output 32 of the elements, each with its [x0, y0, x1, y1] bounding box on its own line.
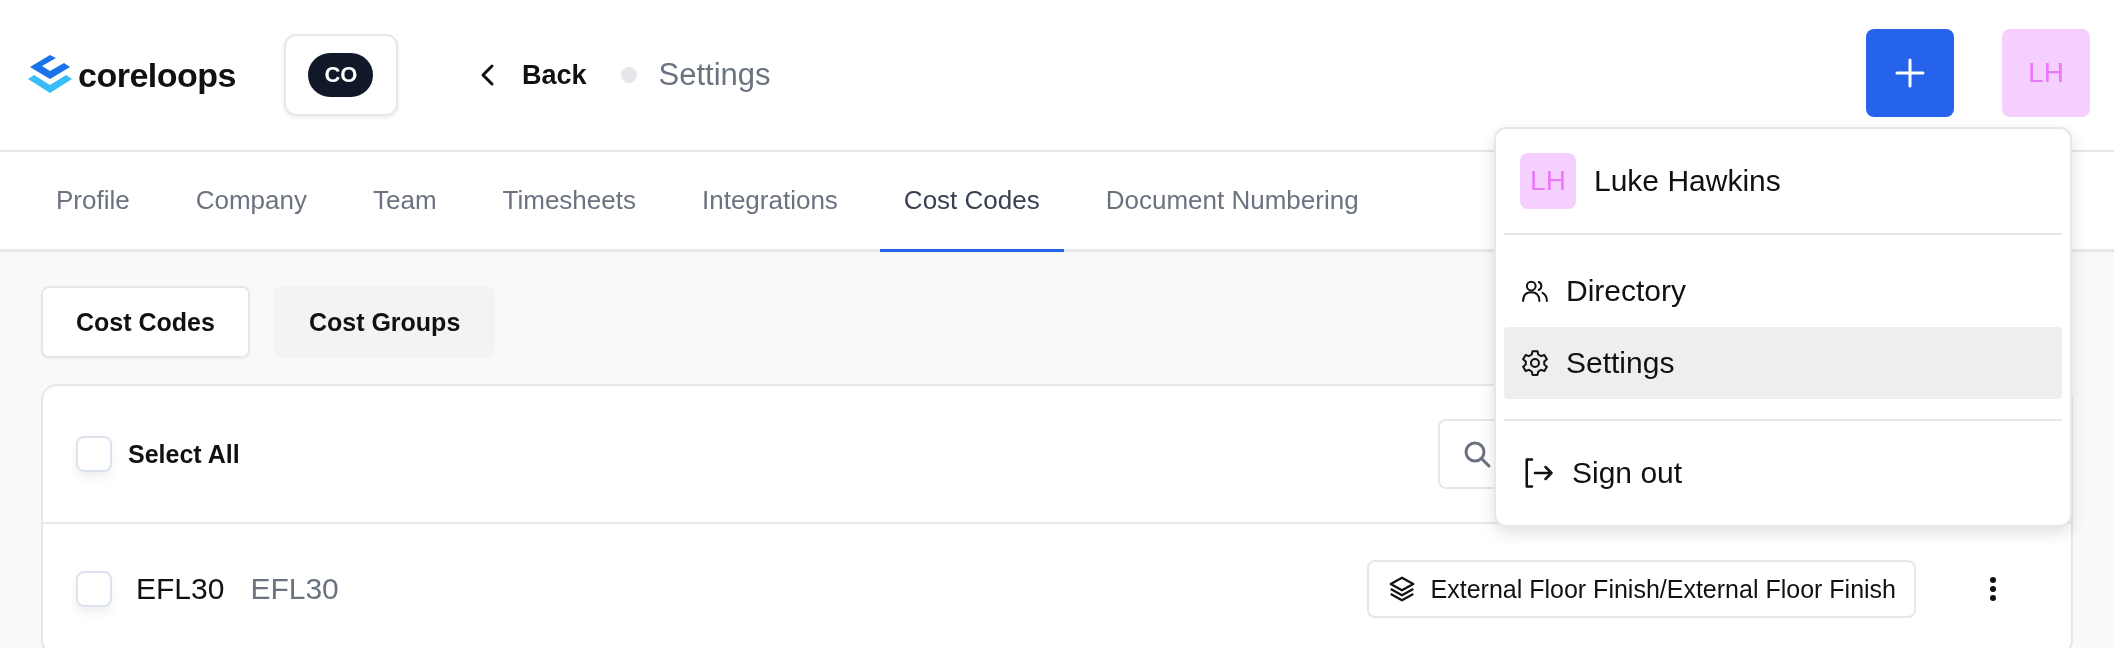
settings-tab[interactable]: Timesheets: [478, 152, 660, 252]
settings-tab[interactable]: Team: [349, 152, 461, 252]
settings-tab[interactable]: Profile: [32, 152, 154, 252]
breadcrumb-separator: [620, 67, 637, 83]
cost-code-name: EFL30: [250, 572, 339, 606]
company-switcher[interactable]: CO: [284, 34, 398, 116]
user-avatar: LH: [1520, 153, 1576, 209]
add-button[interactable]: [1866, 29, 1954, 117]
checkbox[interactable]: [76, 571, 112, 607]
segment-tab[interactable]: Cost Groups: [273, 286, 496, 358]
kebab-icon: [1989, 576, 1997, 602]
search-icon: [1462, 439, 1492, 469]
chevron-left-icon: [480, 63, 496, 87]
settings-tab[interactable]: Company: [171, 152, 331, 252]
checkbox[interactable]: [76, 436, 112, 472]
settings-tab[interactable]: Cost Codes: [879, 152, 1064, 252]
user-name: Luke Hawkins: [1594, 164, 1781, 198]
cost-code: EFL30: [136, 572, 225, 606]
settings-tab[interactable]: Document Numbering: [1081, 152, 1383, 252]
company-badge: CO: [308, 53, 374, 97]
back-button[interactable]: Back: [480, 59, 587, 91]
menu-item[interactable]: Directory: [1504, 255, 2062, 327]
select-all-label: Select All: [128, 439, 240, 469]
segment-tab[interactable]: Cost Codes: [41, 286, 250, 358]
cost-group-text: External Floor Finish/External Floor Finish: [1430, 574, 1896, 604]
menu-item[interactable]: Settings: [1504, 327, 2062, 399]
page-title: Settings: [658, 57, 771, 93]
logo-text: coreloops: [78, 55, 236, 95]
menu-item[interactable]: Sign out: [1504, 437, 2062, 509]
settings-icon: [1520, 348, 1550, 378]
plus-icon: [1895, 58, 1925, 88]
settings-tab[interactable]: Integrations: [678, 152, 862, 252]
